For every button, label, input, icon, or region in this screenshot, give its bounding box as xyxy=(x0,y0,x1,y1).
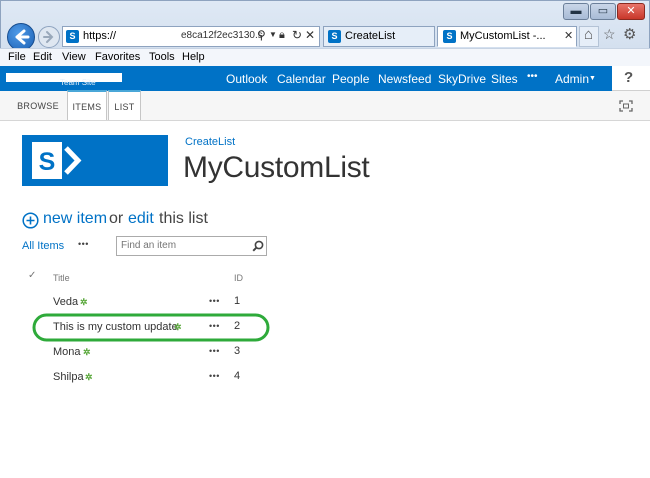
site-name[interactable]: Team Site xyxy=(60,78,96,87)
search-icon[interactable] xyxy=(252,240,264,252)
item-menu-button[interactable]: ••• xyxy=(209,371,220,381)
item-id: 3 xyxy=(234,345,241,357)
view-all-items[interactable]: All Items xyxy=(22,240,64,252)
table-row[interactable]: Mona ✲ ••• 3 xyxy=(22,342,272,362)
lock-icon[interactable]: 🔒︎ xyxy=(279,29,285,42)
address-url-suffix: e8ca12f2ec3130.s xyxy=(181,30,263,41)
suite-link-skydrive[interactable]: SkyDrive xyxy=(438,72,486,86)
this-list-text: this list xyxy=(159,210,208,227)
highlight-ellipse xyxy=(32,313,270,342)
address-bar[interactable]: S https:// e8ca12f2ec3130.s ⚲ ▼ 🔒︎ ↻ ✕ xyxy=(62,26,320,47)
help-area: ? xyxy=(612,66,650,91)
add-circle-icon[interactable] xyxy=(22,212,39,229)
site-logo[interactable]: S xyxy=(22,135,168,186)
sharepoint-favicon: S xyxy=(443,30,456,43)
search-box[interactable] xyxy=(116,236,267,256)
table-row[interactable]: Veda ✲ ••• 1 xyxy=(22,292,272,312)
svg-text:S: S xyxy=(39,148,56,176)
column-header-title[interactable]: Title xyxy=(53,273,70,283)
admin-menu[interactable]: Admin xyxy=(555,72,589,86)
refresh-icon[interactable]: ↻ xyxy=(292,28,302,42)
stop-icon[interactable]: ✕ xyxy=(305,28,315,42)
dropdown-icon[interactable]: ▼ xyxy=(269,30,277,39)
menu-bar: File Edit View Favorites Tools Help xyxy=(0,48,650,68)
view-options-button[interactable]: ••• xyxy=(78,239,89,249)
address-url: https:// xyxy=(83,30,117,42)
menu-file[interactable]: File xyxy=(8,51,26,63)
tab-createlist[interactable]: S CreateList xyxy=(323,26,435,47)
search-input[interactable] xyxy=(119,238,247,253)
sharepoint-favicon: S xyxy=(66,30,79,43)
close-tab-icon[interactable]: ✕ xyxy=(564,29,573,42)
back-button[interactable] xyxy=(7,23,35,51)
item-menu-button[interactable]: ••• xyxy=(209,346,220,356)
gear-icon[interactable]: ⚙ xyxy=(623,25,636,43)
new-item-flag-icon: ✲ xyxy=(80,297,88,307)
item-title[interactable]: Mona xyxy=(53,346,81,358)
tab-label: MyCustomList -... xyxy=(460,30,546,42)
suite-link-sites[interactable]: Sites xyxy=(491,72,518,86)
forward-button[interactable] xyxy=(38,26,60,48)
select-all-checkmark-icon[interactable]: ✓ xyxy=(28,270,36,281)
new-item-flag-icon: ✲ xyxy=(85,372,93,382)
tab-mycustomlist[interactable]: S MyCustomList -... ✕ xyxy=(437,26,577,47)
item-menu-button[interactable]: ••• xyxy=(209,296,220,306)
column-header-id[interactable]: ID xyxy=(234,273,243,283)
menu-edit[interactable]: Edit xyxy=(33,51,52,63)
chevron-down-icon[interactable]: ▼ xyxy=(589,75,596,82)
suite-link-calendar[interactable]: Calendar xyxy=(277,72,326,86)
breadcrumb[interactable]: CreateList xyxy=(185,136,235,148)
menu-tools[interactable]: Tools xyxy=(149,51,175,63)
focus-on-content-icon[interactable] xyxy=(619,100,633,112)
suite-link-outlook[interactable]: Outlook xyxy=(226,72,267,86)
tab-label: CreateList xyxy=(345,30,396,42)
maximize-button[interactable]: ▭ xyxy=(590,3,616,20)
menu-favorites[interactable]: Favorites xyxy=(95,51,140,63)
minimize-button[interactable]: ▬ xyxy=(563,3,589,20)
suite-more-button[interactable]: ••• xyxy=(527,71,538,82)
new-item-flag-icon: ✲ xyxy=(83,347,91,357)
ribbon: BROWSE ITEMS LIST xyxy=(0,90,650,121)
sharepoint-logo-icon: S xyxy=(32,142,82,179)
suite-link-people[interactable]: People xyxy=(332,72,369,86)
menu-help[interactable]: Help xyxy=(182,51,205,63)
close-button[interactable]: ✕ xyxy=(617,3,645,20)
forward-arrow-icon xyxy=(43,31,54,43)
redacted-address xyxy=(131,33,181,41)
or-text: or xyxy=(109,210,124,227)
back-arrow-icon xyxy=(15,29,30,45)
item-id: 1 xyxy=(234,295,241,307)
tab-list[interactable]: LIST xyxy=(108,90,141,120)
tab-browse[interactable]: BROWSE xyxy=(14,91,62,120)
suite-link-newsfeed[interactable]: Newsfeed xyxy=(378,72,431,86)
search-icon[interactable]: ⚲ xyxy=(257,28,266,42)
home-icon[interactable]: ⌂ xyxy=(584,26,593,43)
item-id: 4 xyxy=(234,370,241,382)
edit-link[interactable]: edit xyxy=(128,210,154,228)
help-icon[interactable]: ? xyxy=(624,69,633,86)
favorites-star-icon[interactable]: ☆ xyxy=(603,26,616,43)
tab-items[interactable]: ITEMS xyxy=(67,90,107,120)
item-title[interactable]: Shilpa xyxy=(53,371,84,383)
suite-bar: Team Site Outlook Calendar People Newsfe… xyxy=(0,66,612,91)
table-row[interactable]: Shilpa ✲ ••• 4 xyxy=(22,367,272,387)
page-title: MyCustomList xyxy=(183,151,370,184)
sharepoint-favicon: S xyxy=(328,30,341,43)
menu-view[interactable]: View xyxy=(62,51,86,63)
new-item-link[interactable]: new item xyxy=(43,210,107,228)
item-title[interactable]: Veda xyxy=(53,296,78,308)
